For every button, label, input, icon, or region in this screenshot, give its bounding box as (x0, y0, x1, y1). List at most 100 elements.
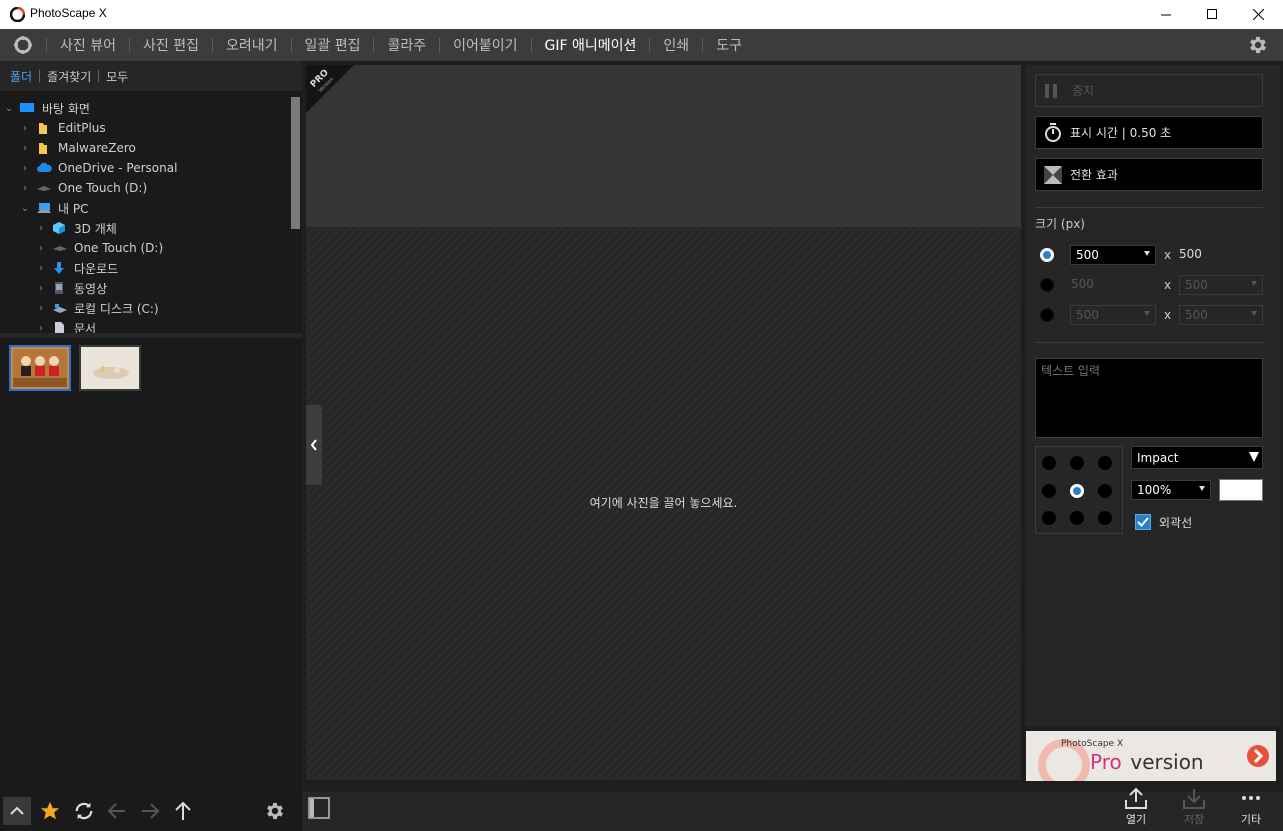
stopwatch-icon (1045, 122, 1061, 142)
outline-checkbox[interactable] (1135, 514, 1151, 530)
home-button[interactable] (0, 29, 46, 61)
chevron-right-icon[interactable]: › (36, 223, 46, 234)
document-icon (55, 322, 64, 333)
position-middle-left[interactable] (1042, 484, 1056, 498)
position-middle-center[interactable] (1070, 484, 1084, 498)
parent-folder-button[interactable] (169, 797, 197, 825)
chevron-down-icon[interactable]: ⌄ (4, 103, 14, 114)
open-button[interactable] (1122, 784, 1150, 812)
pro-version-ad-banner[interactable]: PhotoScape X Pro version (1026, 731, 1276, 781)
tab-all[interactable]: 모두 (104, 68, 135, 85)
title-bar: PhotoScape X (0, 0, 1283, 29)
chevron-right-icon[interactable]: › (36, 323, 46, 334)
chevron-right-icon[interactable]: › (20, 123, 30, 134)
menu-collage[interactable]: 콜라주 (374, 35, 439, 55)
minimize-button[interactable] (1143, 0, 1189, 29)
font-select[interactable]: Impact (1131, 446, 1263, 469)
settings-button[interactable] (1247, 34, 1269, 59)
tree-item-editplus[interactable]: › EditPlus (20, 118, 106, 138)
tab-favorites[interactable]: 즐겨찾기 (45, 68, 98, 85)
menu-combine[interactable]: 이어붙이기 (440, 35, 530, 55)
display-time-button[interactable]: 표시 시간 | 0.50 초 (1035, 116, 1263, 149)
disk-icon (53, 304, 67, 313)
panel-divider (1035, 207, 1263, 208)
menu-photo-viewer[interactable]: 사진 뷰어 (47, 35, 129, 55)
text-color-swatch[interactable] (1219, 479, 1263, 501)
size-option-radio-1[interactable] (1040, 248, 1054, 262)
position-top-right[interactable] (1098, 456, 1112, 470)
position-middle-right[interactable] (1098, 484, 1112, 498)
tree-item-malwarezero[interactable]: › MalwareZero (20, 138, 136, 158)
stop-button[interactable]: 중지 (1035, 74, 1263, 107)
chevron-right-icon[interactable]: › (36, 303, 46, 314)
thumbnail-photo-2[interactable] (79, 345, 141, 391)
tree-item-onedrive[interactable]: › OneDrive - Personal (20, 158, 177, 178)
maximize-button[interactable] (1189, 0, 1235, 29)
thumbnail-photo-1[interactable] (9, 345, 71, 391)
close-button[interactable] (1235, 0, 1281, 29)
tree-item-my-pc[interactable]: ⌄ 내 PC (20, 198, 89, 218)
save-button[interactable] (1180, 784, 1208, 812)
tree-item-label: 3D 개체 (74, 221, 117, 236)
tree-scrollbar[interactable] (291, 97, 300, 229)
photo-thumbnail-image (81, 347, 139, 389)
refresh-button[interactable] (70, 797, 98, 825)
height-select-3[interactable]: 500 (1179, 305, 1263, 325)
more-dots-icon (1242, 796, 1260, 800)
collapse-panel-button[interactable] (306, 405, 322, 485)
pc-icon (37, 203, 51, 213)
tree-item-label: 내 PC (58, 201, 89, 216)
chevron-right-icon[interactable]: › (36, 243, 46, 254)
minimize-icon (1160, 14, 1171, 16)
tree-item-videos[interactable]: › 동영상 (36, 278, 107, 298)
favorite-button[interactable] (36, 797, 64, 825)
position-bottom-left[interactable] (1042, 511, 1056, 525)
position-top-left[interactable] (1042, 456, 1056, 470)
tree-item-one-touch[interactable]: › One Touch (D:) (20, 178, 147, 198)
tree-item-documents[interactable]: › 문서 (36, 318, 96, 333)
chevron-down-icon[interactable]: ⌄ (20, 203, 30, 214)
tab-folders[interactable]: 폴더 (8, 68, 39, 85)
chevron-left-icon (310, 439, 317, 451)
menu-photo-editor[interactable]: 사진 편집 (130, 35, 212, 55)
tree-item-desktop[interactable]: ⌄ 바탕 화면 (4, 98, 90, 118)
more-button[interactable] (1237, 784, 1265, 812)
back-button[interactable] (103, 797, 131, 825)
menu-cut-out[interactable]: 오려내기 (213, 35, 291, 55)
tree-item-label: EditPlus (58, 121, 106, 135)
chevron-right-icon[interactable]: › (20, 183, 30, 194)
menu-gif-animation[interactable]: GIF 애니메이션 (532, 35, 650, 55)
panel-toggle-button[interactable] (305, 794, 333, 822)
position-bottom-right[interactable] (1098, 511, 1112, 525)
tree-item-3d-objects[interactable]: › 3D 개체 (36, 218, 117, 238)
collapse-thumbnails-button[interactable] (3, 797, 31, 825)
menu-print[interactable]: 인쇄 (650, 35, 702, 55)
chevron-right-icon[interactable]: › (20, 163, 30, 174)
width-select-1[interactable]: 500 (1070, 245, 1156, 265)
size-option-radio-2[interactable] (1040, 278, 1054, 292)
position-bottom-center[interactable] (1070, 511, 1084, 525)
pro-version-badge[interactable]: PRO Version (306, 65, 354, 113)
caption-text-input[interactable] (1035, 358, 1263, 438)
position-top-center[interactable] (1070, 456, 1084, 470)
chevron-right-icon[interactable]: › (36, 283, 46, 294)
menu-batch-editor[interactable]: 일괄 편집 (292, 35, 374, 55)
star-icon (40, 801, 60, 820)
tree-item-downloads[interactable]: › 다운로드 (36, 258, 118, 278)
preview-area (306, 65, 1021, 227)
height-select-2[interactable]: 500 (1179, 275, 1263, 295)
forward-button[interactable] (136, 797, 164, 825)
refresh-icon (75, 802, 93, 820)
menu-tools[interactable]: 도구 (703, 35, 755, 55)
font-scale-select[interactable]: 100% (1131, 480, 1211, 500)
more-label: 기타 (1240, 813, 1262, 826)
transition-effect-button[interactable]: 전환 효과 (1035, 158, 1263, 191)
size-option-radio-3[interactable] (1040, 308, 1054, 322)
chevron-right-icon[interactable]: › (20, 143, 30, 154)
chevron-right-icon[interactable]: › (36, 263, 46, 274)
tree-item-one-touch-pc[interactable]: › One Touch (D:) (36, 238, 163, 258)
tree-item-local-disk[interactable]: › 로컬 디스크 (C:) (36, 298, 159, 318)
dropdown-arrow-icon (1249, 452, 1259, 462)
browser-settings-button[interactable] (261, 797, 289, 825)
width-select-3[interactable]: 500 (1070, 305, 1156, 325)
